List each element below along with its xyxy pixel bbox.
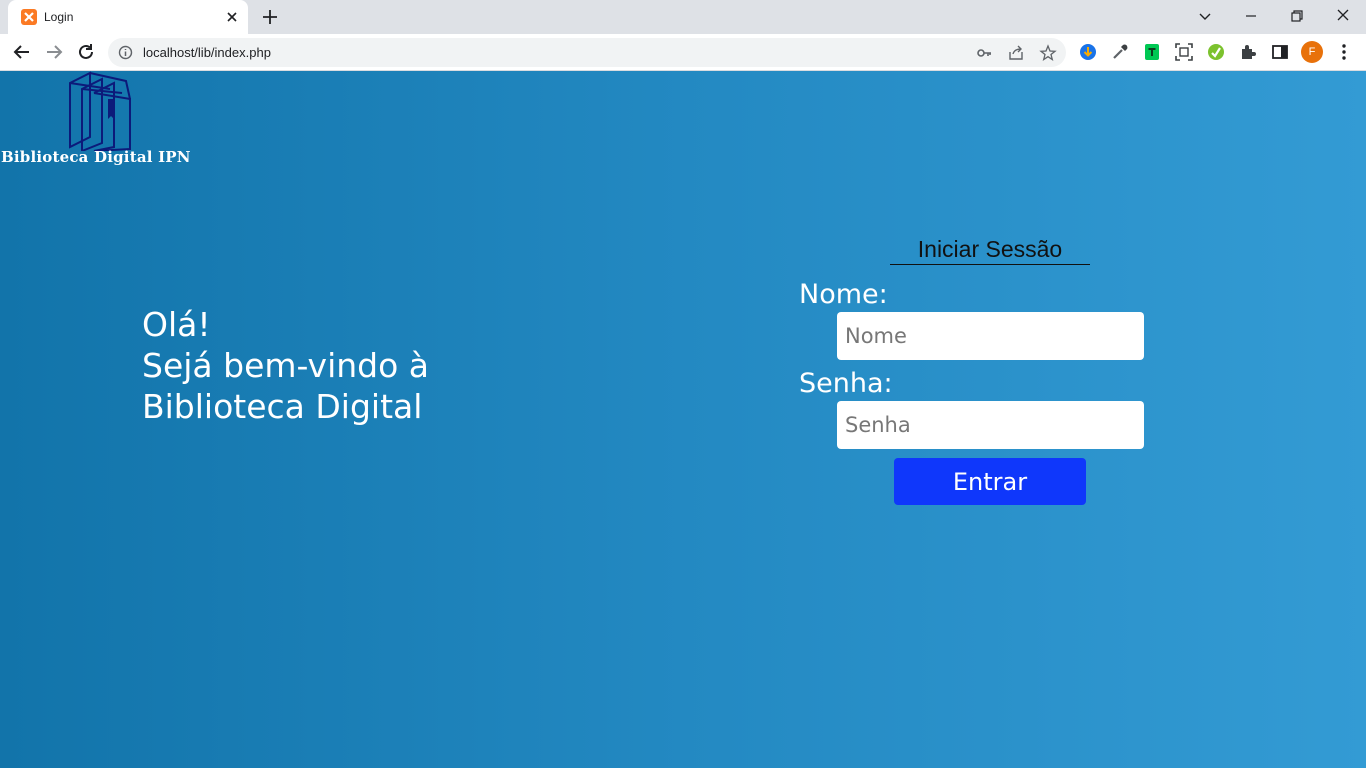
- tab-search-icon[interactable]: [1195, 6, 1215, 26]
- screenshot-extension-icon[interactable]: [1174, 42, 1194, 62]
- key-icon[interactable]: [975, 44, 993, 62]
- page-content: Biblioteca Digital IPN Olá! Sejá bem-vin…: [0, 71, 1366, 768]
- download-extension-icon[interactable]: [1078, 42, 1098, 62]
- close-window-icon[interactable]: [1333, 6, 1353, 26]
- green-extension-icon[interactable]: [1206, 42, 1226, 62]
- browser-tab[interactable]: Login: [8, 0, 248, 34]
- forward-icon[interactable]: [43, 41, 65, 63]
- welcome-line-1: Olá!: [142, 305, 211, 344]
- tab-title: Login: [44, 10, 74, 24]
- extensions-puzzle-icon[interactable]: [1238, 42, 1258, 62]
- new-tab-icon[interactable]: [260, 7, 280, 27]
- browser-toolbar: localhost/lib/index.php F: [0, 34, 1366, 71]
- login-button[interactable]: Entrar: [894, 458, 1086, 505]
- info-icon[interactable]: [118, 45, 133, 60]
- welcome-message: Olá! Sejá bem-vindo à Biblioteca Digital: [142, 304, 429, 427]
- reload-icon[interactable]: [75, 41, 97, 63]
- books-logo-icon: [69, 71, 131, 151]
- bookmark-star-icon[interactable]: [1039, 44, 1057, 62]
- side-panel-icon[interactable]: [1270, 42, 1290, 62]
- name-input[interactable]: [837, 312, 1144, 360]
- profile-avatar[interactable]: F: [1301, 41, 1323, 63]
- welcome-line-3: Biblioteca Digital: [142, 387, 423, 426]
- menu-icon[interactable]: [1334, 42, 1354, 62]
- brand-name: Biblioteca Digital IPN: [1, 148, 191, 166]
- minimize-icon[interactable]: [1241, 6, 1261, 26]
- password-input[interactable]: [837, 401, 1144, 449]
- back-icon[interactable]: [11, 41, 33, 63]
- password-label: Senha:: [799, 368, 893, 399]
- eyedropper-extension-icon[interactable]: [1110, 42, 1130, 62]
- translate-extension-icon[interactable]: [1142, 42, 1162, 62]
- close-tab-icon[interactable]: [224, 9, 240, 25]
- tab-strip: Login: [0, 0, 1366, 34]
- xampp-favicon-icon: [21, 9, 37, 25]
- url-text: localhost/lib/index.php: [143, 45, 271, 60]
- address-bar[interactable]: localhost/lib/index.php: [108, 38, 1066, 67]
- welcome-line-2: Sejá bem-vindo à: [142, 346, 430, 385]
- share-icon[interactable]: [1007, 44, 1025, 62]
- restore-icon[interactable]: [1287, 6, 1307, 26]
- login-title: Iniciar Sessão: [890, 236, 1090, 265]
- name-label: Nome:: [799, 279, 888, 310]
